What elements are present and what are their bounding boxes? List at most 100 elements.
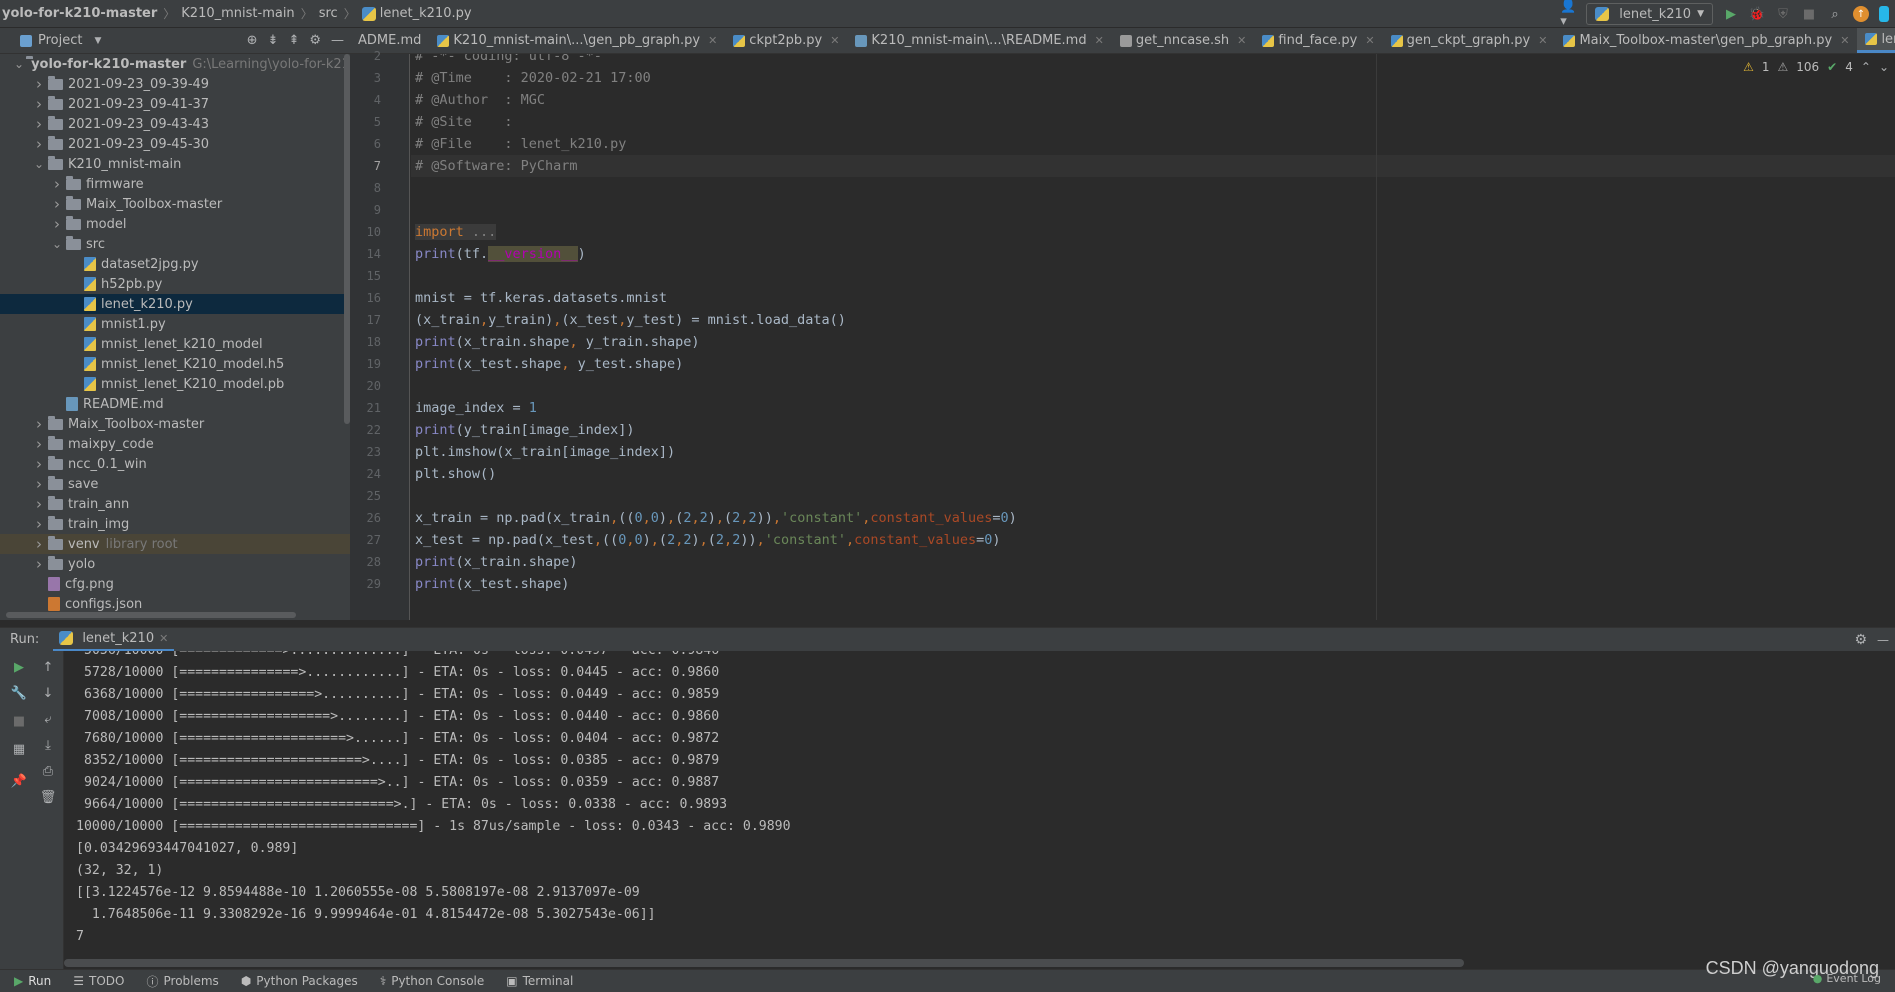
- chevron-down-icon[interactable]: ⌄: [50, 237, 64, 251]
- pin-icon[interactable]: 📌: [11, 773, 27, 789]
- code-line[interactable]: import ...: [415, 221, 497, 243]
- chevron-right-icon[interactable]: ›: [32, 495, 46, 513]
- tree-folder[interactable]: › venv library root: [0, 534, 350, 554]
- close-icon[interactable]: ✕: [830, 34, 839, 47]
- chevron-down-icon[interactable]: ▼: [94, 36, 101, 46]
- rerun-icon[interactable]: ▶: [11, 659, 27, 675]
- breadcrumb-module[interactable]: K210_mnist-main: [181, 6, 294, 21]
- tree-folder[interactable]: ⌄ K210_mnist-main: [0, 154, 350, 174]
- chevron-right-icon[interactable]: ›: [32, 535, 46, 553]
- editor-tab[interactable]: find_face.py ✕: [1254, 28, 1382, 53]
- tree-folder[interactable]: › ncc_0.1_win: [0, 454, 350, 474]
- editor-tab[interactable]: gen_ckpt_graph.py ✕: [1383, 28, 1556, 53]
- up-arrow-icon[interactable]: ↑: [40, 659, 56, 675]
- editor-tab[interactable]: lenet_k210.py✕: [1857, 28, 1895, 53]
- collapse-all-icon[interactable]: ⇞: [288, 33, 299, 48]
- tree-folder[interactable]: › 2021-09-23_09-41-37: [0, 94, 350, 114]
- run-tab-lenet-k210[interactable]: lenet_k210 ✕: [53, 628, 175, 652]
- project-view-title[interactable]: Project: [38, 33, 82, 48]
- locate-file-icon[interactable]: ⊕: [247, 33, 258, 48]
- trash-icon[interactable]: 🗑: [40, 789, 57, 805]
- code-line[interactable]: # -*- coding: utf-8 -*-: [415, 54, 602, 67]
- tree-folder[interactable]: › Maix_Toolbox-master: [0, 414, 350, 434]
- tree-file[interactable]: README.md: [0, 394, 350, 414]
- stop-icon[interactable]: ■: [1801, 6, 1817, 22]
- code-line[interactable]: # @Author : MGC: [415, 89, 545, 111]
- chevron-right-icon[interactable]: ›: [50, 195, 64, 213]
- code-line[interactable]: plt.imshow(x_train[image_index]): [415, 441, 675, 463]
- code-line[interactable]: # @Site :: [415, 111, 513, 133]
- tree-folder[interactable]: › firmware: [0, 174, 350, 194]
- scroll-to-end-icon[interactable]: ⤓: [40, 737, 56, 753]
- bottom-tab-run[interactable]: ▶ Run: [14, 974, 51, 988]
- soft-wrap-icon[interactable]: ⤶: [40, 711, 56, 727]
- stop-icon[interactable]: ■: [11, 713, 27, 729]
- close-icon[interactable]: ✕: [1538, 34, 1547, 47]
- code-line[interactable]: image_index = 1: [415, 397, 537, 419]
- tree-folder[interactable]: › model: [0, 214, 350, 234]
- chevron-right-icon[interactable]: ›: [32, 455, 46, 473]
- coverage-icon[interactable]: ⛨: [1775, 6, 1791, 22]
- breadcrumb-project[interactable]: yolo-for-k210-master: [2, 6, 157, 21]
- tree-folder[interactable]: › train_ann: [0, 494, 350, 514]
- code-line[interactable]: plt.show(): [415, 463, 496, 485]
- tree-file[interactable]: mnist_lenet_k210_model: [0, 334, 350, 354]
- tree-folder[interactable]: › maixpy_code: [0, 434, 350, 454]
- code-line[interactable]: # @Software: PyCharm: [415, 155, 578, 177]
- code-line[interactable]: (x_train,y_train),(x_test,y_test) = mnis…: [415, 309, 846, 331]
- chevron-right-icon[interactable]: ›: [32, 115, 46, 133]
- tree-folder[interactable]: ⌄ src: [0, 234, 350, 254]
- close-icon[interactable]: ✕: [708, 34, 717, 47]
- tree-file[interactable]: cfg.png: [0, 574, 350, 594]
- hide-icon[interactable]: —: [331, 33, 344, 48]
- chevron-right-icon[interactable]: ›: [32, 415, 46, 433]
- breadcrumb-file[interactable]: lenet_k210.py: [361, 6, 472, 21]
- bottom-tab-terminal[interactable]: ▣ Terminal: [506, 974, 573, 988]
- tree-folder[interactable]: › save: [0, 474, 350, 494]
- chevron-down-icon[interactable]: ⌄: [32, 157, 46, 171]
- bottom-tab-python-console[interactable]: ⚕ Python Console: [380, 974, 485, 988]
- hide-icon[interactable]: —: [1877, 633, 1889, 647]
- run-icon[interactable]: ▶: [1723, 6, 1739, 22]
- code-line[interactable]: print(x_test.shape): [415, 573, 569, 595]
- code-editor[interactable]: # -*- coding: utf-8 -*- # @Time : 2020-02…: [411, 54, 1895, 620]
- chevron-right-icon[interactable]: ›: [32, 95, 46, 113]
- run-console-output[interactable]: 5056/10000 [=============>..............…: [64, 651, 1895, 969]
- bottom-tab-problems[interactable]: ⓘ Problems: [146, 973, 218, 990]
- code-line[interactable]: print(x_train.shape): [415, 551, 578, 573]
- chevron-right-icon[interactable]: ›: [32, 515, 46, 533]
- breadcrumb-folder[interactable]: src: [319, 6, 338, 21]
- code-line[interactable]: # @File : lenet_k210.py: [415, 133, 626, 155]
- tree-folder[interactable]: › yolo: [0, 554, 350, 574]
- close-icon[interactable]: ✕: [1365, 34, 1374, 47]
- chevron-right-icon[interactable]: ›: [32, 75, 46, 93]
- tree-folder[interactable]: › Maix_Toolbox-master: [0, 194, 350, 214]
- expand-all-icon[interactable]: ⇟: [268, 33, 279, 48]
- debug-icon[interactable]: 🐞: [1749, 6, 1765, 22]
- close-icon[interactable]: ✕: [1237, 34, 1246, 47]
- code-line[interactable]: print(x_test.shape, y_test.shape): [415, 353, 683, 375]
- tree-folder[interactable]: › train_img: [0, 514, 350, 534]
- close-icon[interactable]: ✕: [159, 632, 168, 645]
- update-icon[interactable]: ↑: [1853, 6, 1869, 22]
- tree-file[interactable]: mnist_lenet_K210_model.h5: [0, 354, 350, 374]
- chevron-right-icon[interactable]: ›: [32, 435, 46, 453]
- chevron-down-icon[interactable]: ⌄: [1879, 60, 1889, 74]
- editor-tab[interactable]: get_nncase.sh ✕: [1112, 28, 1255, 53]
- tree-file[interactable]: h52pb.py: [0, 274, 350, 294]
- tree-folder[interactable]: › 2021-09-23_09-39-49: [0, 74, 350, 94]
- close-icon[interactable]: ✕: [1095, 34, 1104, 47]
- code-line[interactable]: print(x_train.shape, y_train.shape): [415, 331, 700, 353]
- bottom-tab-todo[interactable]: ☰ TODO: [73, 974, 124, 988]
- chevron-right-icon[interactable]: ›: [50, 175, 64, 193]
- event-log-button[interactable]: ● Event Log: [1813, 972, 1881, 985]
- tree-file[interactable]: dataset2jpg.py: [0, 254, 350, 274]
- code-line[interactable]: print(y_train[image_index]): [415, 419, 634, 441]
- run-configuration-selector[interactable]: lenet_k210 ▼: [1586, 3, 1713, 25]
- console-horizontal-scrollbar[interactable]: [64, 959, 1464, 967]
- code-line[interactable]: x_test = np.pad(x_test,((0,0),(2,2),(2,2…: [415, 529, 1001, 551]
- editor-tab[interactable]: K210_mnist-main\...\README.md ✕: [847, 28, 1111, 53]
- chevron-down-icon[interactable]: ⌄: [14, 57, 24, 71]
- chevron-up-icon[interactable]: ⌃: [1861, 60, 1871, 74]
- inspection-widget[interactable]: ⚠ 1 ⚠ 106 ✔ 4 ⌃ ⌄: [1743, 60, 1889, 74]
